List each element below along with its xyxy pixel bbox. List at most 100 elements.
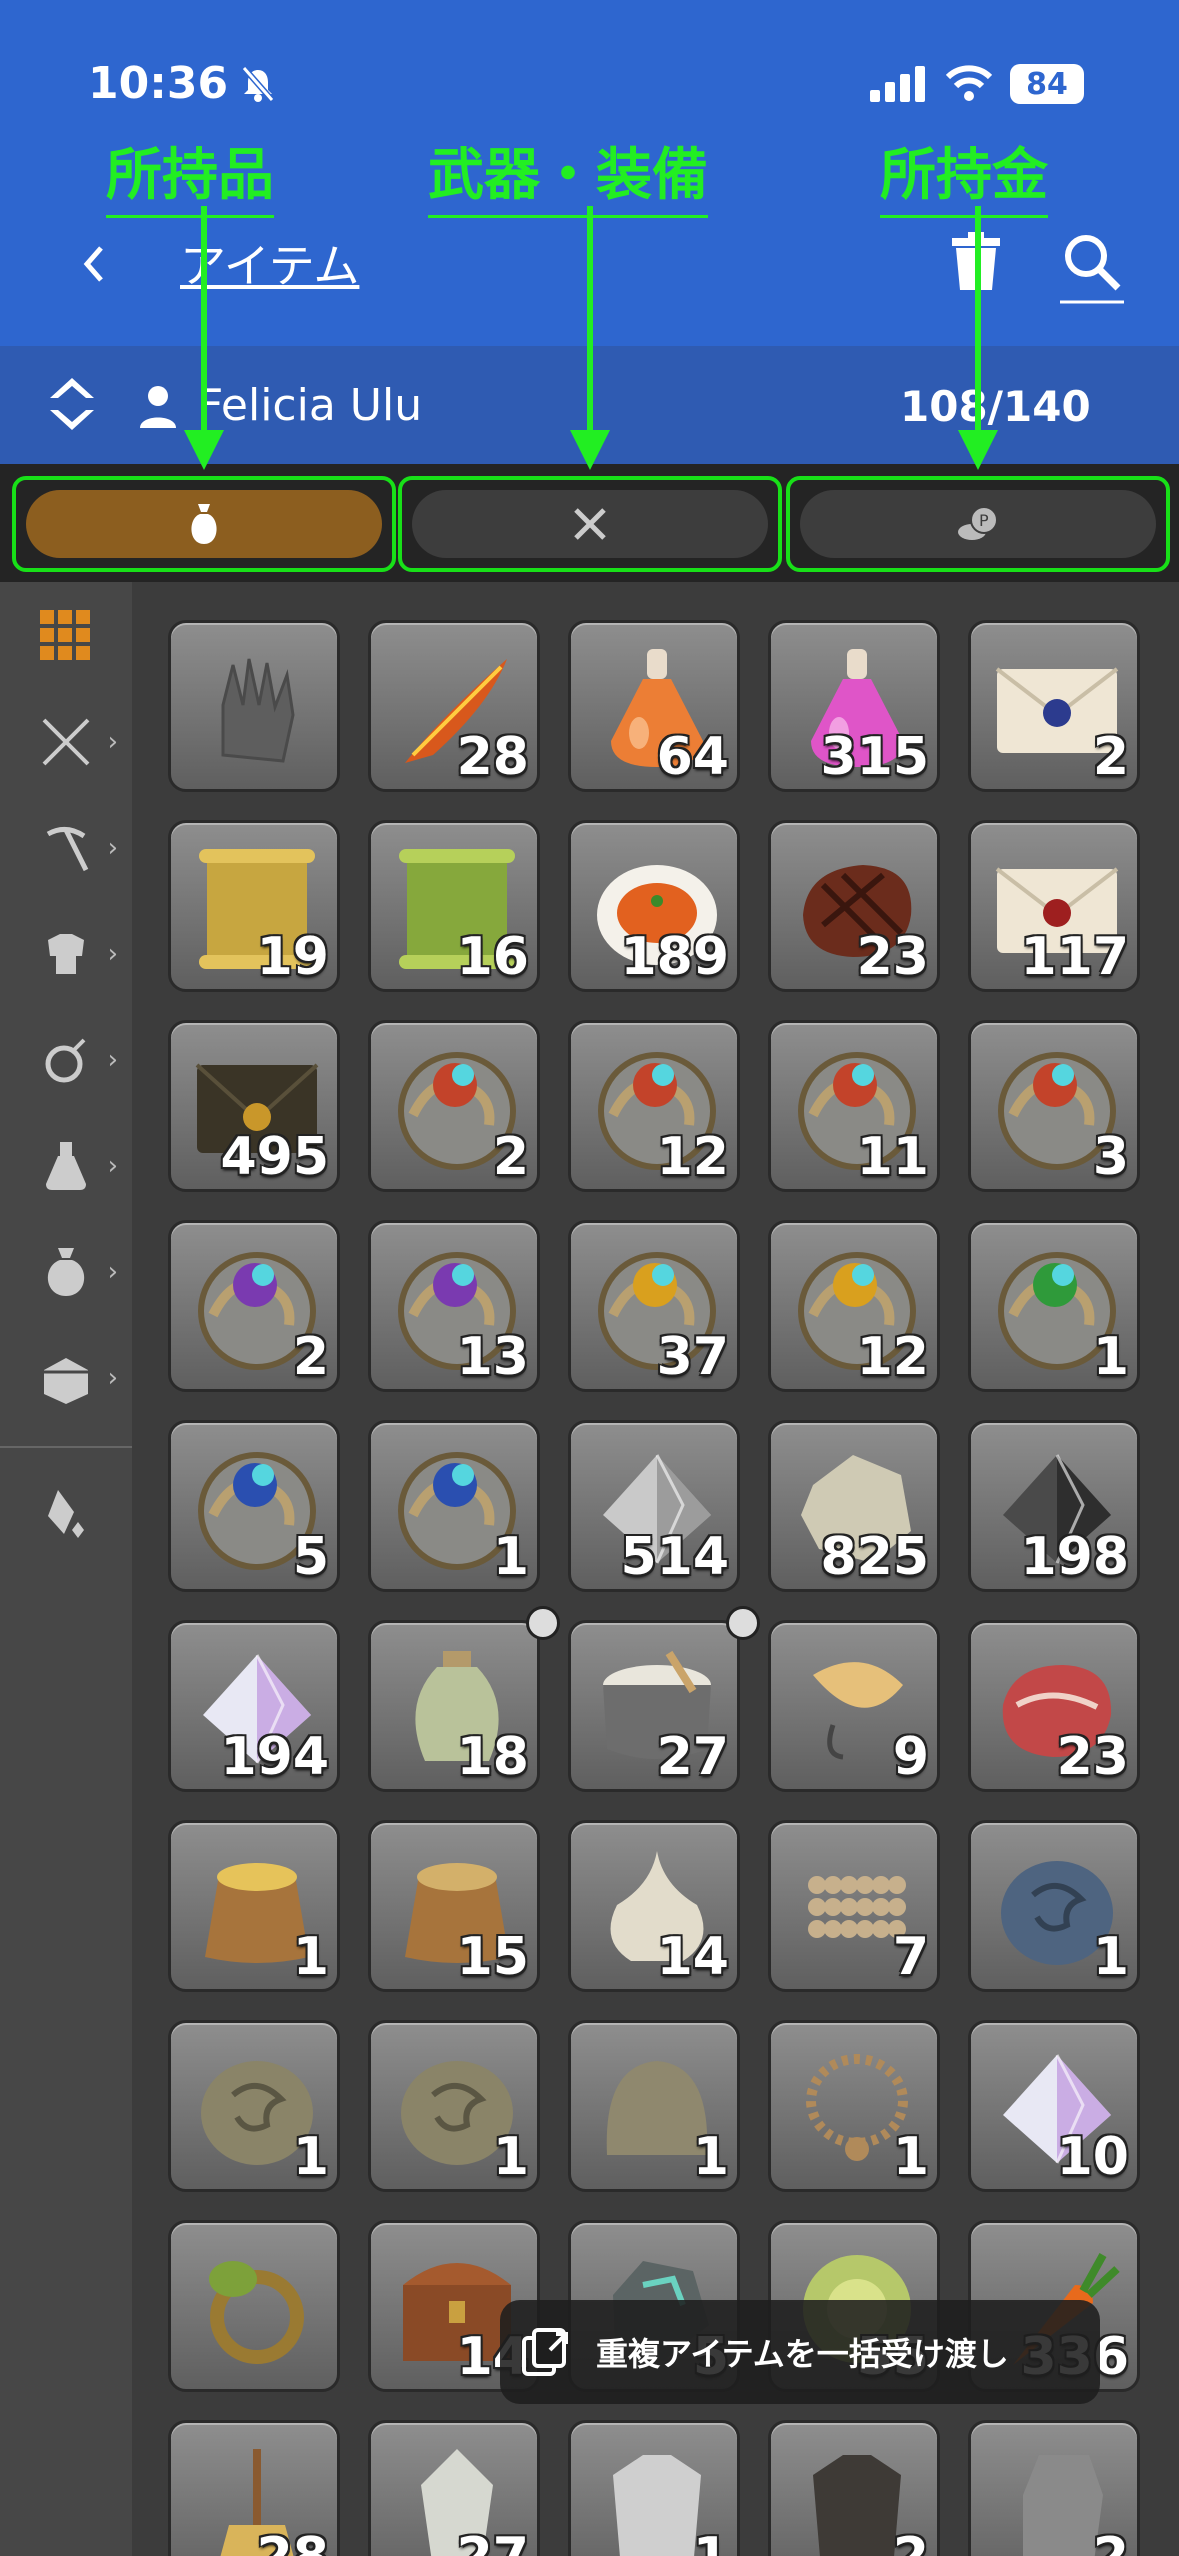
item-slot-potion-pink[interactable]: 315	[768, 620, 940, 792]
item-slot-orb-red[interactable]: 12	[568, 1020, 740, 1192]
trash-button[interactable]	[948, 230, 1004, 294]
item-slot-glove[interactable]	[168, 620, 340, 792]
item-quantity: 1	[292, 2127, 329, 2187]
item-slot-letter-blue[interactable]: 2	[968, 620, 1140, 792]
item-slot-pot[interactable]: 27	[568, 1620, 740, 1792]
item-slot-armor-dark[interactable]: 2	[768, 2420, 940, 2556]
item-slot-orb-yellow[interactable]: 12	[768, 1220, 940, 1392]
item-slot-pasta[interactable]: 189	[568, 820, 740, 992]
item-quantity: 28	[257, 2527, 329, 2556]
tab-inventory[interactable]	[12, 476, 396, 572]
item-slot-feather[interactable]: 28	[368, 620, 540, 792]
item-slot-ring[interactable]	[168, 2220, 340, 2392]
item-quantity: 194	[220, 1727, 329, 1787]
item-quantity: 15	[456, 1927, 529, 1987]
item-quantity: 1	[892, 2127, 929, 2187]
tab-armory-pill	[412, 490, 768, 558]
new-item-indicator	[726, 1606, 760, 1640]
item-slot-crystal[interactable]: 27	[368, 2420, 540, 2556]
glove-icon	[221, 658, 295, 763]
back-button[interactable]	[64, 234, 124, 294]
ring-icon	[209, 2261, 304, 2364]
item-slot-sack[interactable]: 15	[368, 1820, 540, 1992]
item-slot-rock[interactable]: 825	[768, 1420, 940, 1592]
sidebar-item-pouch[interactable]: ›	[0, 1218, 132, 1326]
new-item-indicator	[526, 1606, 560, 1640]
item-slot-vase[interactable]: 18	[368, 1620, 540, 1792]
tab-armory[interactable]	[398, 476, 782, 572]
item-quantity: 9	[892, 1727, 929, 1787]
tab-currency[interactable]: P	[786, 476, 1170, 572]
annotation-armory: 武器・装備	[428, 130, 708, 218]
switch-character-button[interactable]	[46, 372, 98, 436]
potion-icon	[46, 1142, 86, 1190]
item-slot-orb-green[interactable]: 1	[968, 1220, 1140, 1392]
crossed-swords-icon	[42, 718, 90, 766]
item-slot-meat[interactable]: 23	[968, 1620, 1140, 1792]
item-slot-seeds[interactable]: 7	[768, 1820, 940, 1992]
svg-text:P: P	[979, 511, 989, 530]
item-quantity: 1	[492, 2127, 529, 2187]
item-quantity: 13	[456, 1327, 529, 1387]
item-quantity: 12	[856, 1327, 929, 1387]
item-slot-prism-white[interactable]: 514	[568, 1420, 740, 1592]
item-slot-potion-orange[interactable]: 64	[568, 620, 740, 792]
item-slot-broom[interactable]: 28	[168, 2420, 340, 2556]
item-slot-armor-silver[interactable]: 1	[568, 2420, 740, 2556]
tab-currency-pill: P	[800, 490, 1156, 558]
item-quantity: 12	[656, 1127, 729, 1187]
item-slot-gauntlet[interactable]: 2	[968, 2420, 1140, 2556]
item-slot-sack-gold[interactable]: 1	[168, 1820, 340, 1992]
bulk-transfer-label: 重複アイテムを一括受け渡し	[596, 2335, 1009, 2373]
item-slot-orb-red[interactable]: 2	[368, 1020, 540, 1192]
battery-indicator: 84	[1010, 64, 1084, 104]
inventory-capacity: 108/140	[900, 382, 1091, 431]
item-slot-orb-red[interactable]: 11	[768, 1020, 940, 1192]
sidebar-item-chest[interactable]: ›	[0, 1324, 132, 1432]
bell-slash-icon	[241, 66, 275, 102]
item-slot-lure[interactable]: 9	[768, 1620, 940, 1792]
item-slot-orb-purple[interactable]: 13	[368, 1220, 540, 1392]
item-slot-prism-rainbow[interactable]: 194	[168, 1620, 340, 1792]
item-slot-orb-yellow[interactable]: 37	[568, 1220, 740, 1392]
item-slot-necklace[interactable]: 1	[768, 2020, 940, 2192]
sidebar-item-armor[interactable]: ›	[0, 900, 132, 1008]
item-quantity: 1	[292, 1927, 329, 1987]
chevron-right-icon: ›	[107, 939, 118, 969]
item-slot-helm-stone[interactable]: 1	[568, 2020, 740, 2192]
bulk-transfer-button[interactable]: 重複アイテムを一括受け渡し	[500, 2300, 1100, 2404]
item-quantity: 198	[1020, 1527, 1129, 1587]
item-quantity: 64	[656, 727, 729, 787]
item-slot-orb-purple[interactable]: 2	[168, 1220, 340, 1392]
item-slot-stone[interactable]: 1	[368, 2020, 540, 2192]
item-quantity: 1	[492, 1527, 529, 1587]
item-slot-scroll-green[interactable]: 16	[368, 820, 540, 992]
item-slot-orb-blue[interactable]: 5	[168, 1420, 340, 1592]
search-button[interactable]	[1060, 230, 1124, 306]
sidebar-item-crystal[interactable]	[0, 1460, 132, 1568]
item-quantity: 495	[220, 1127, 329, 1187]
item-slot-envelope-dark[interactable]: 495	[168, 1020, 340, 1192]
item-slot-garlic[interactable]: 14	[568, 1820, 740, 1992]
item-slot-steak[interactable]: 23	[768, 820, 940, 992]
pouch-icon	[47, 1248, 85, 1296]
sidebar-item-crossed-swords[interactable]: ›	[0, 688, 132, 796]
item-quantity: 16	[456, 927, 529, 987]
item-quantity: 189	[620, 927, 729, 987]
sidebar-item-pickaxe[interactable]: ›	[0, 794, 132, 902]
sidebar-item-potion[interactable]: ›	[0, 1112, 132, 1220]
item-slot-prism-dark[interactable]: 198	[968, 1420, 1140, 1592]
item-slot-orb-blue[interactable]: 1	[368, 1420, 540, 1592]
signal-icon	[870, 66, 925, 102]
item-quantity: 1	[1092, 1327, 1129, 1387]
item-slot-stone[interactable]: 1	[168, 2020, 340, 2192]
item-slot-prism-rainbow[interactable]: 10	[968, 2020, 1140, 2192]
sidebar-item-grid[interactable]	[0, 582, 132, 690]
battery-level: 84	[1026, 66, 1068, 102]
item-slot-stone-blue[interactable]: 1	[968, 1820, 1140, 1992]
item-slot-scroll-yellow[interactable]: 19	[168, 820, 340, 992]
sidebar-item-bomb[interactable]: ›	[0, 1006, 132, 1114]
item-slot-letter-red[interactable]: 117	[968, 820, 1140, 992]
item-slot-orb-red[interactable]: 3	[968, 1020, 1140, 1192]
swap-icon	[50, 378, 94, 430]
